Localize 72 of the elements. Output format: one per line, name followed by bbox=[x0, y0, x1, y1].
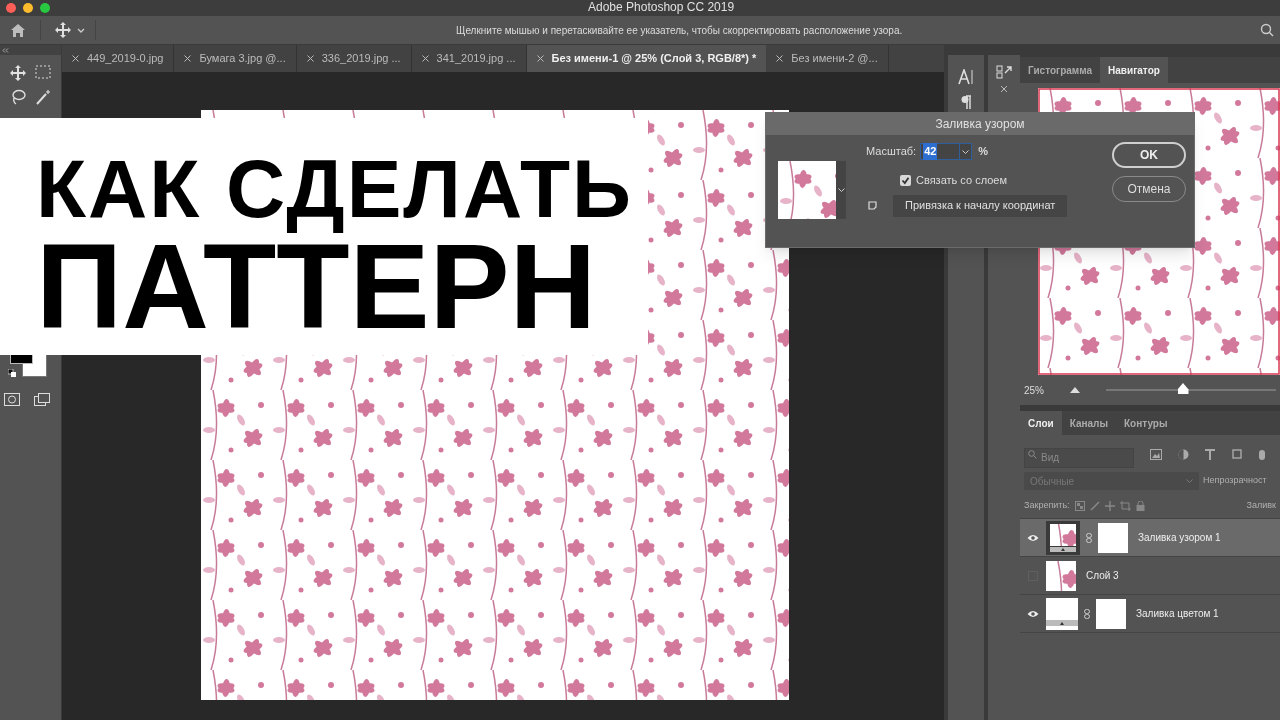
link-with-layer-label: Связать со слоем bbox=[916, 173, 1007, 188]
scale-field[interactable]: 42 bbox=[920, 143, 973, 160]
magic-wand-icon[interactable] bbox=[34, 89, 51, 105]
move-tool-icon[interactable] bbox=[55, 22, 71, 38]
pattern-swatch[interactable] bbox=[778, 161, 836, 219]
type-filter-icon[interactable] bbox=[1205, 448, 1215, 460]
close-icon[interactable] bbox=[421, 55, 429, 62]
layer-name: Заливка узором 1 bbox=[1138, 531, 1221, 545]
default-colors-icon[interactable] bbox=[8, 369, 17, 378]
layer-row[interactable]: Заливка узором 1 bbox=[1020, 519, 1280, 557]
layer-name: Слой 3 bbox=[1086, 569, 1119, 583]
panel-tab[interactable]: Контуры bbox=[1116, 411, 1176, 435]
layer-row[interactable]: Заливка цветом 1 bbox=[1020, 595, 1280, 633]
zoom-out-icon[interactable] bbox=[1070, 387, 1080, 393]
quick-mask-icon[interactable] bbox=[4, 393, 20, 406]
caret-icon bbox=[837, 188, 845, 192]
properties-panel-icon[interactable] bbox=[996, 65, 1012, 79]
close-icon[interactable] bbox=[72, 55, 79, 62]
lock-label: Закрепить: bbox=[1024, 498, 1070, 512]
character-panel-icon[interactable] bbox=[958, 69, 974, 85]
image-filter-icon[interactable] bbox=[1150, 448, 1162, 460]
close-icon[interactable] bbox=[306, 55, 314, 62]
snap-origin-icon bbox=[868, 201, 877, 210]
scale-label: Масштаб: bbox=[866, 144, 917, 160]
close-window-icon[interactable] bbox=[6, 3, 16, 13]
close-icon[interactable] bbox=[1000, 85, 1008, 93]
shape-filter-icon[interactable] bbox=[1231, 448, 1243, 460]
screen-mode-icon[interactable] bbox=[34, 393, 50, 406]
caret-icon[interactable] bbox=[77, 27, 85, 33]
link-icon bbox=[1084, 608, 1090, 619]
home-icon[interactable] bbox=[10, 22, 26, 38]
search-icon bbox=[1028, 450, 1037, 459]
layer-name: Заливка цветом 1 bbox=[1136, 607, 1219, 621]
layer-mask-thumbnail bbox=[1096, 598, 1126, 629]
link-icon bbox=[1086, 532, 1092, 543]
fill-label: Заливк bbox=[1246, 498, 1276, 512]
document-tab[interactable]: Без имени-1 @ 25% (Слой 3, RGB/8*) * bbox=[526, 45, 767, 72]
lasso-tool-icon[interactable] bbox=[10, 89, 27, 105]
window-title: Adobe Photoshop CC 2019 bbox=[588, 0, 735, 14]
close-icon[interactable] bbox=[184, 55, 192, 62]
panel-tab[interactable]: Каналы bbox=[1061, 411, 1116, 435]
layer-mask-thumbnail bbox=[1098, 522, 1128, 553]
toggle-filter-icon[interactable] bbox=[1259, 448, 1265, 460]
panel-tab[interactable]: Навигатор bbox=[1100, 57, 1168, 83]
snap-to-origin-button[interactable]: Привязка к началу координат bbox=[893, 194, 1068, 217]
minimize-window-icon[interactable] bbox=[23, 3, 33, 13]
layer-thumbnail bbox=[1046, 597, 1078, 630]
options-hint: Щелкните мышью и перетаскивайте ее указатель, чтобы скорректировать расположение узора. bbox=[456, 23, 903, 38]
ok-button[interactable]: OK bbox=[1112, 142, 1186, 168]
zoom-slider-thumb[interactable] bbox=[1177, 383, 1189, 394]
layer-thumbnail bbox=[1046, 520, 1080, 555]
move-tool-icon[interactable] bbox=[10, 65, 27, 81]
dialog-title: Заливка узором bbox=[935, 116, 1025, 133]
eye-icon[interactable] bbox=[1027, 609, 1039, 618]
layer-search-field[interactable]: Вид bbox=[1024, 447, 1134, 468]
zoom-percentage: 25% bbox=[1024, 383, 1044, 398]
adjustment-filter-icon[interactable] bbox=[1178, 448, 1189, 460]
close-icon[interactable] bbox=[536, 55, 544, 62]
caret-icon bbox=[1186, 479, 1193, 483]
maximize-window-icon[interactable] bbox=[40, 3, 50, 13]
caret-icon[interactable] bbox=[962, 149, 970, 154]
search-icon[interactable] bbox=[1260, 23, 1274, 37]
link-with-layer-checkbox[interactable] bbox=[900, 174, 911, 186]
scale-unit: % bbox=[978, 144, 988, 160]
close-icon[interactable] bbox=[776, 55, 784, 62]
paragraph-panel-icon[interactable] bbox=[960, 95, 972, 109]
marquee-tool-icon[interactable] bbox=[34, 65, 51, 79]
opacity-label: Непрозрачност bbox=[1203, 474, 1267, 488]
eye-icon[interactable] bbox=[1027, 533, 1039, 542]
panel-tab[interactable]: Слои bbox=[1020, 411, 1062, 435]
layer-thumbnail bbox=[1046, 560, 1076, 591]
panel-tab[interactable]: Гистограмма bbox=[1020, 57, 1101, 83]
